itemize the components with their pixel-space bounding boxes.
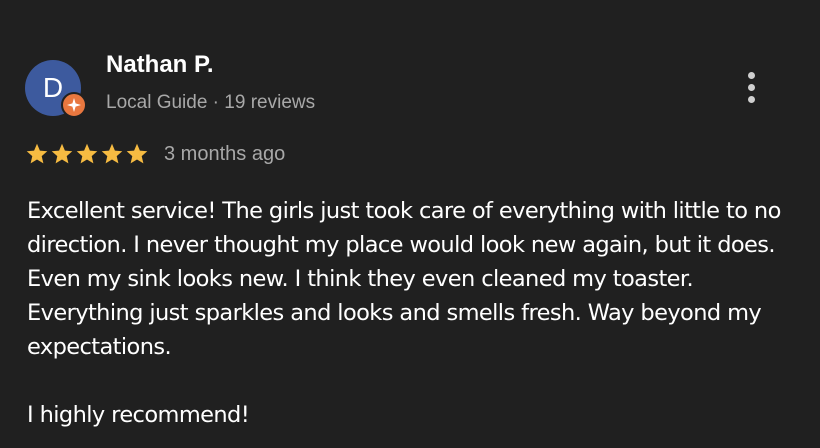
reviewer-name[interactable]: Nathan P. — [106, 50, 214, 80]
star-icon — [26, 143, 48, 164]
reviewer-avatar[interactable]: D — [25, 60, 87, 118]
more-vert-icon — [748, 96, 755, 103]
star-icon — [101, 143, 123, 164]
review-paragraph: Excellent service! The girls just took c… — [27, 198, 781, 360]
local-guide-badge-icon — [61, 92, 87, 118]
more-vert-icon — [748, 84, 755, 91]
review-date: 3 months ago — [164, 143, 286, 165]
review-text: Excellent service! The girls just took c… — [27, 194, 812, 432]
reviewer-meta[interactable]: Local Guide · 19 reviews — [106, 92, 315, 114]
more-vert-icon — [748, 72, 755, 79]
star-icon — [126, 143, 148, 164]
star-icon — [76, 143, 98, 164]
star-icon — [51, 143, 73, 164]
more-options-button[interactable] — [738, 70, 766, 106]
review-card: D Nathan P. Local Guide · 19 reviews 3 m… — [0, 0, 820, 448]
star-rating — [25, 142, 151, 166]
review-paragraph: I highly recommend! — [27, 402, 250, 428]
